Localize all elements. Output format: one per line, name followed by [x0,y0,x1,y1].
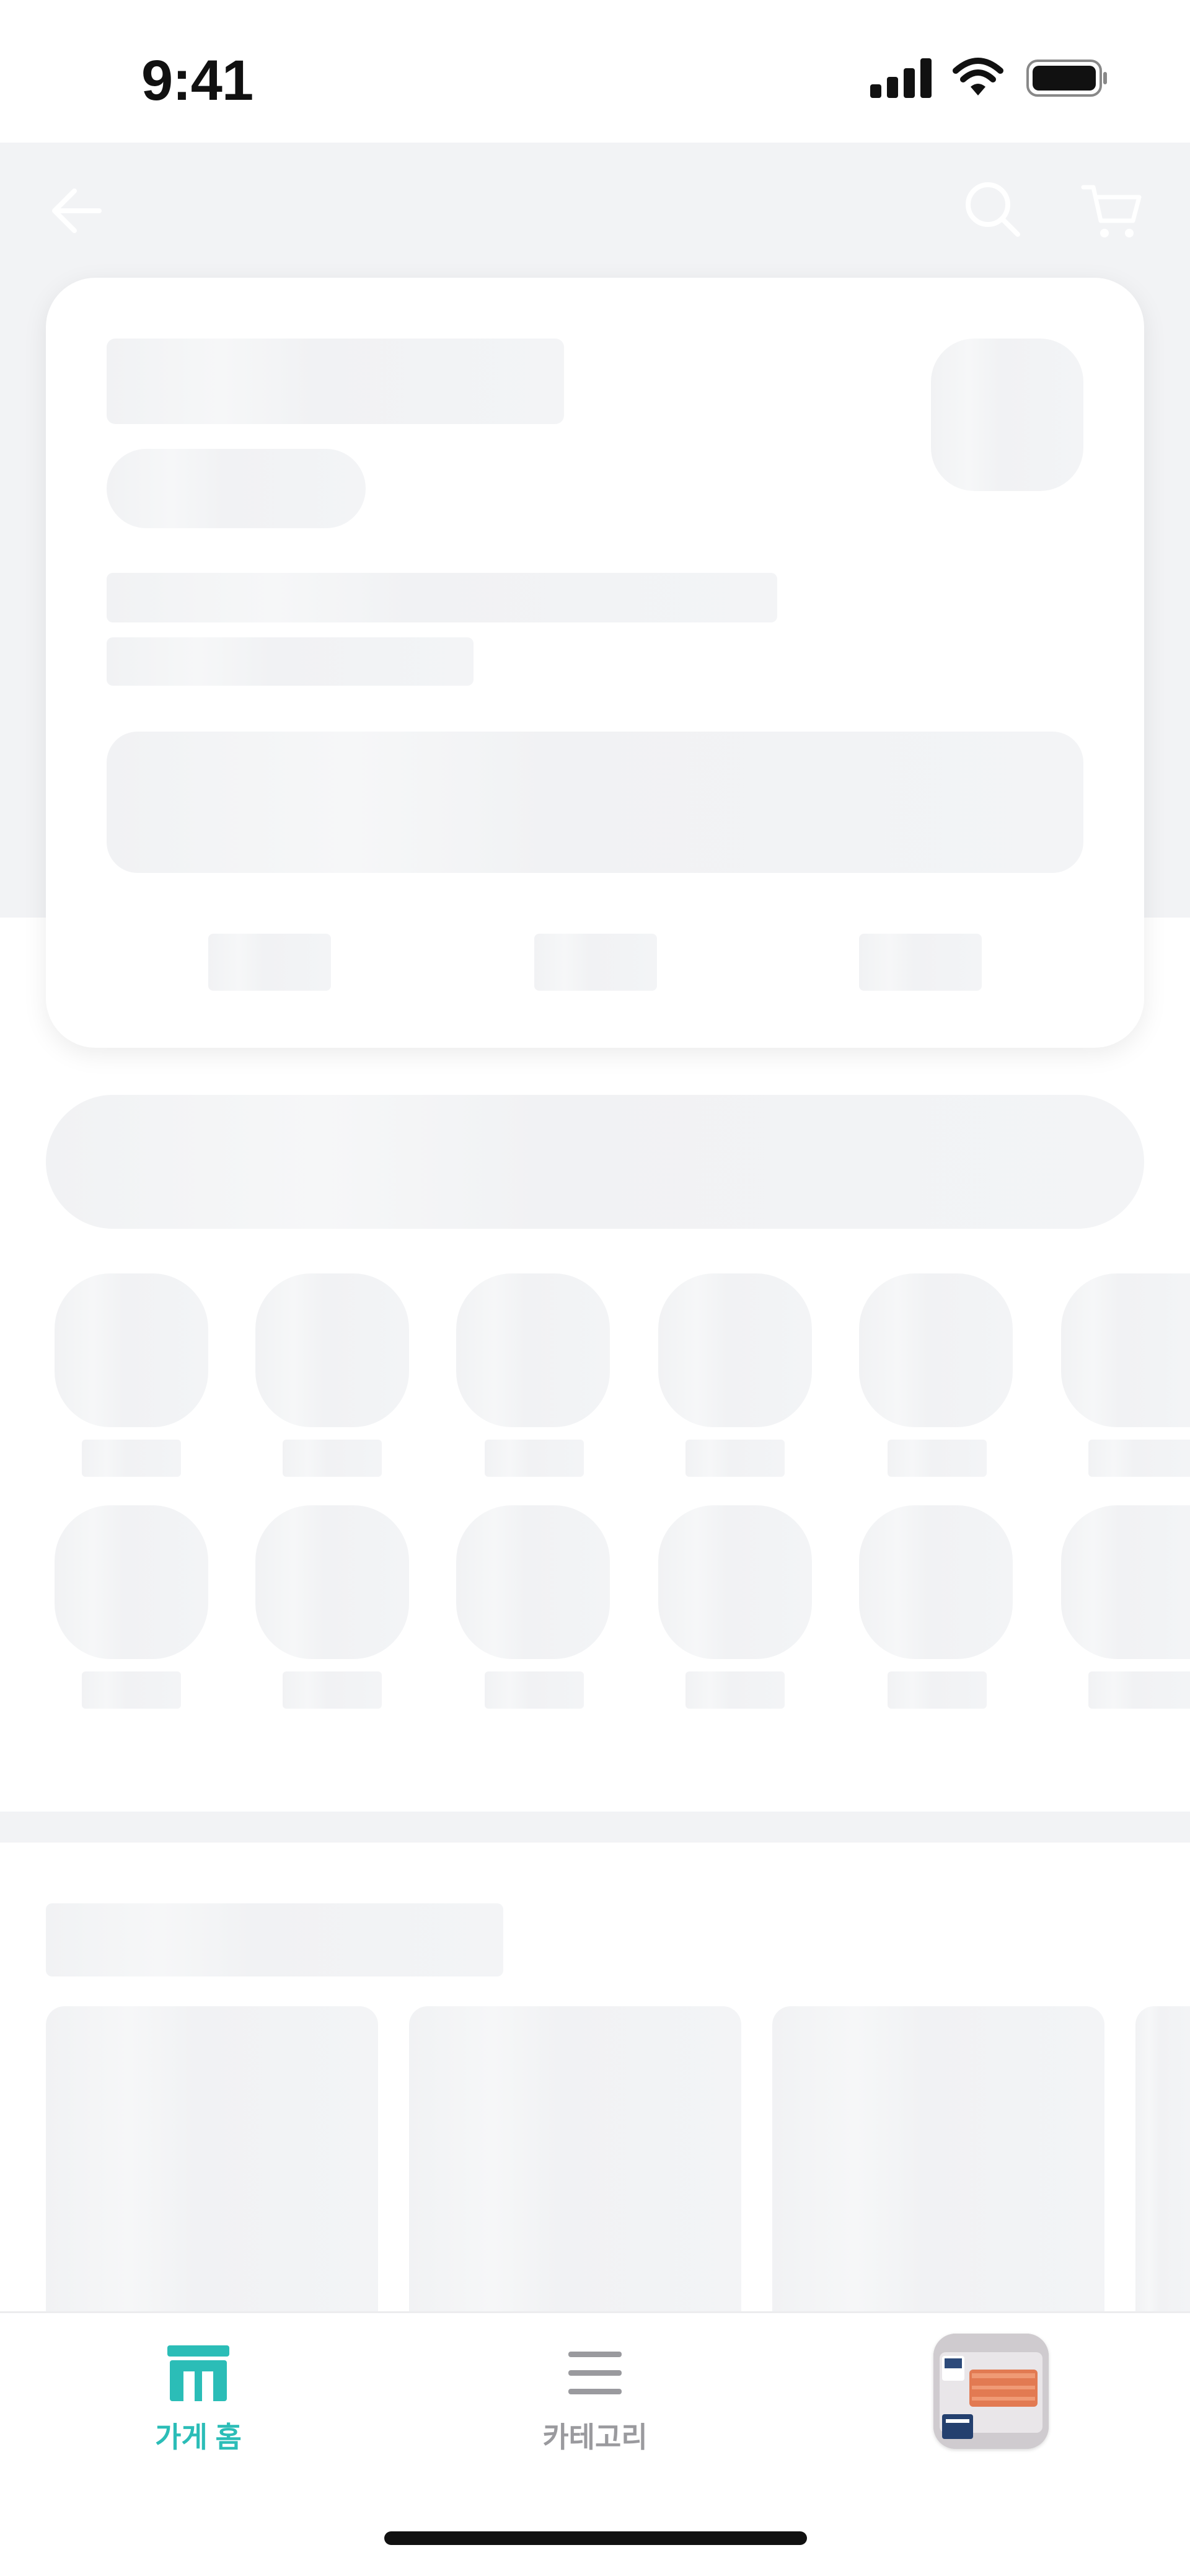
category-label-placeholder [485,1671,584,1709]
category-label-placeholder [888,1440,987,1477]
category-icon-placeholder [456,1273,610,1427]
product-card-placeholder [409,2006,741,2329]
arrow-left-icon [52,188,102,233]
menu-icon [568,2352,622,2394]
category-icon-placeholder [255,1273,409,1427]
category-label-placeholder [485,1440,584,1477]
home-indicator [384,2531,807,2545]
product-card-placeholder [1135,2006,1190,2329]
category-icon-placeholder [658,1273,812,1427]
tab-store-home-label: 가게 홈 [155,2421,242,2453]
product-thumbnail [933,2334,1049,2449]
tab-category-label: 카테고리 [542,2421,648,2453]
category-label-placeholder [1088,1671,1190,1709]
section-divider [0,1812,1190,1843]
store-desc-line-2 [107,637,474,686]
back-button[interactable] [50,184,104,238]
store-stat-2-placeholder [534,934,657,991]
battery-icon [1026,60,1108,97]
search-bar-placeholder [46,1095,1144,1229]
store-logo-placeholder [931,339,1083,491]
cart-preview-button[interactable] [933,2334,1049,2449]
search-icon [966,182,1020,237]
category-icon-placeholder [1061,1505,1190,1659]
category-label-placeholder [1088,1440,1190,1477]
status-bar: 9:41 [0,0,1190,143]
category-icon-placeholder [859,1273,1013,1427]
cart-icon [1081,185,1142,237]
category-icon-placeholder [255,1505,409,1659]
tab-category[interactable]: 카테고리 [521,2344,669,2456]
store-icon [167,2345,229,2401]
store-stat-3-placeholder [859,934,982,991]
tab-store-home[interactable]: 가게 홈 [124,2344,273,2456]
section-title-placeholder [46,1903,503,1976]
category-label-placeholder [82,1440,181,1477]
store-info-card [46,278,1144,1048]
store-stat-1-placeholder [208,934,331,991]
category-icon-placeholder [1061,1273,1190,1427]
category-label-placeholder [685,1671,785,1709]
store-banner-placeholder [107,732,1083,873]
category-label-placeholder [888,1671,987,1709]
category-icon-placeholder [658,1505,812,1659]
category-icon-placeholder [456,1505,610,1659]
search-button[interactable] [963,180,1023,239]
wifi-icon [952,56,1004,98]
status-time: 9:41 [141,49,253,112]
product-card-placeholder [772,2006,1104,2329]
signal-icon [870,58,932,98]
store-name-placeholder [107,339,564,424]
category-label-placeholder [82,1671,181,1709]
cart-button[interactable] [1081,181,1143,241]
category-label-placeholder [283,1671,382,1709]
category-label-placeholder [685,1440,785,1477]
store-tag-placeholder [107,449,366,528]
product-card-placeholder [46,2006,378,2329]
store-desc-line-1 [107,573,777,622]
category-icon-placeholder [55,1273,208,1427]
category-label-placeholder [283,1440,382,1477]
category-icon-placeholder [55,1505,208,1659]
category-icon-placeholder [859,1505,1013,1659]
